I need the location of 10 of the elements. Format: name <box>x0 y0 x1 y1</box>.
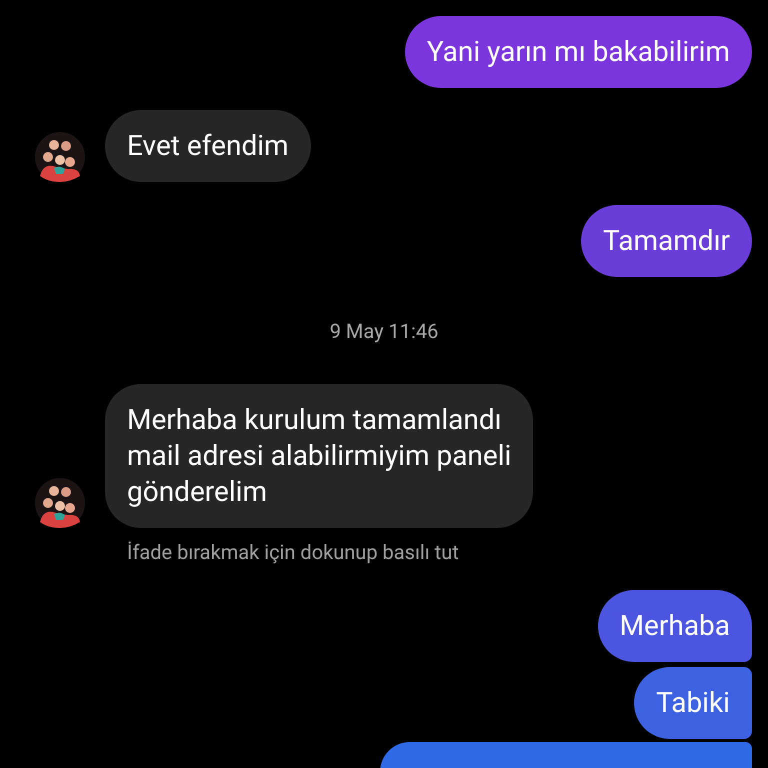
message-bubble: Merhaba <box>598 590 752 662</box>
avatar <box>35 478 85 528</box>
reaction-hint: İfade bırakmak için dokunup basılı tut <box>127 540 459 564</box>
message-bubble: Yani yarın mı bakabilirim <box>404 16 752 88</box>
avatar <box>35 132 85 182</box>
message-bubble: Tamamdır <box>581 205 752 277</box>
timestamp: 9 May 11:46 <box>330 319 438 343</box>
message-bubble: Merhaba kurulum tamamlandı mail adresi alabilirmiyim paneli gönderelim <box>105 384 534 528</box>
message-bubble: Tabiki <box>634 667 752 739</box>
message-bubble: Evet efendim <box>105 110 311 182</box>
